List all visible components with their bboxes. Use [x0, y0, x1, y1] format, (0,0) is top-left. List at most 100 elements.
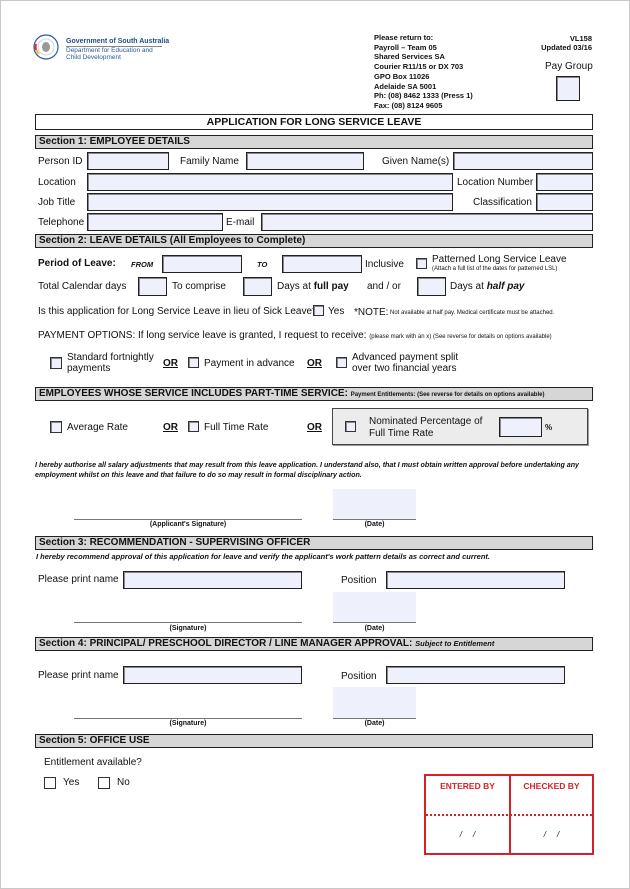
total-calendar-days-label: Total Calendar days	[38, 281, 127, 292]
full-pay-days-field[interactable]	[243, 277, 272, 297]
entitlement-no-checkbox[interactable]	[98, 777, 110, 789]
section-4-heading: Section 4: PRINCIPAL/ PRESCHOOL DIRECTOR…	[35, 637, 593, 651]
supervisor-signature-caption: (Signature)	[169, 625, 207, 632]
applicant-date-line	[333, 519, 416, 520]
family-name-field[interactable]	[246, 152, 364, 172]
supervisor-signature-line[interactable]	[74, 622, 302, 623]
total-days-field[interactable]	[138, 277, 167, 297]
inclusive-label: Inclusive	[365, 259, 404, 270]
given-names-input[interactable]	[454, 155, 592, 172]
note-text: Not available at half pay. Medical certi…	[390, 310, 555, 316]
advanced-split-label-2: over two financial years	[352, 363, 457, 374]
average-rate-checkbox[interactable]	[50, 421, 62, 433]
sick-leave-question: Is this application for Long Service Lea…	[38, 306, 318, 317]
days-at-half-pay-label: Days at half pay	[450, 281, 524, 293]
nominated-label-1: Nominated Percentage of	[369, 416, 483, 427]
and-or-label: and / or	[367, 281, 401, 292]
sa-government-crest-icon	[33, 34, 59, 60]
supervisor-print-name-label: Please print name	[38, 574, 119, 585]
location-number-label: Location Number	[457, 177, 534, 188]
note-label: *NOTE:	[354, 307, 389, 318]
location-number-field[interactable]	[536, 173, 593, 193]
half-pay-days-field[interactable]	[417, 277, 446, 297]
sick-leave-yes-label: Yes	[328, 306, 345, 317]
classification-field[interactable]	[536, 193, 593, 213]
location-input[interactable]	[88, 176, 452, 193]
pay-group-label: Pay Group	[545, 61, 593, 72]
part-time-heading: EMPLOYEES WHOSE SERVICE INCLUDES PART-TI…	[35, 387, 593, 401]
supervisor-name-input[interactable]	[124, 574, 301, 591]
location-number-input[interactable]	[537, 176, 592, 193]
nominated-percent-input[interactable]	[500, 419, 541, 438]
full-time-rate-checkbox[interactable]	[188, 421, 199, 432]
checked-by-label: CHECKED BY	[523, 781, 580, 791]
from-date-input[interactable]	[163, 258, 241, 275]
section-3-heading: Section 3: RECOMMENDATION - SUPERVISING …	[35, 536, 593, 550]
advanced-split-checkbox[interactable]	[336, 357, 347, 368]
nominated-label-2: Full Time Rate	[369, 428, 434, 439]
section-1-heading: Section 1: EMPLOYEE DETAILS	[35, 135, 593, 149]
nominated-percentage-checkbox[interactable]	[345, 421, 356, 432]
return-address-line: Adelaide SA 5001	[374, 81, 437, 91]
entitlement-yes-label: Yes	[63, 777, 80, 788]
days-at-text: Days at	[277, 281, 311, 292]
applicant-signature-line[interactable]	[74, 519, 302, 520]
telephone-input[interactable]	[88, 216, 222, 233]
return-address-line: GPO Box 11026	[374, 71, 430, 81]
standard-fortnightly-checkbox[interactable]	[50, 357, 62, 369]
from-date-field[interactable]	[162, 255, 242, 275]
telephone-field[interactable]	[87, 213, 223, 233]
payment-options-main: PAYMENT OPTIONS: If long service leave i…	[38, 330, 367, 341]
payment-in-advance-checkbox[interactable]	[188, 357, 199, 368]
return-address-line: Ph: (08) 8462 1333 (Press 1)	[374, 91, 473, 101]
section-2-heading: Section 2: LEAVE DETAILS (All Employees …	[35, 234, 593, 248]
person-id-field[interactable]	[87, 152, 169, 172]
or-label-3: OR	[163, 422, 178, 433]
patterned-lsl-label: Patterned Long Service Leave	[432, 254, 567, 265]
job-title-field[interactable]	[87, 193, 453, 213]
person-id-input[interactable]	[88, 155, 168, 172]
payment-options-note: (please mark with an x) (See reverse for…	[369, 334, 552, 340]
family-name-input[interactable]	[247, 155, 363, 172]
declaration-text: I hereby authorise all salary adjustment…	[35, 461, 579, 479]
nominated-percent-field[interactable]	[499, 417, 542, 438]
given-names-field[interactable]	[453, 152, 593, 172]
patterned-lsl-checkbox[interactable]	[416, 258, 427, 269]
sick-leave-yes-checkbox[interactable]	[313, 305, 324, 316]
return-address: Please return to: Payroll – Team 05 Shared…	[374, 33, 473, 111]
supervisor-position-input[interactable]	[387, 574, 564, 591]
to-date-field[interactable]	[282, 255, 362, 275]
office-stamp-box: ENTERED BY CHECKED BY / / / /	[424, 774, 594, 855]
manager-signature-line[interactable]	[74, 718, 302, 719]
manager-name-input[interactable]	[124, 669, 301, 686]
return-address-line: Fax: (08) 8124 9605	[374, 100, 443, 110]
total-days-input[interactable]	[139, 280, 166, 297]
manager-position-label: Position	[341, 671, 377, 682]
form-title: APPLICATION FOR LONG SERVICE LEAVE	[35, 114, 593, 130]
average-rate-label: Average Rate	[67, 422, 128, 433]
location-field[interactable]	[87, 173, 453, 193]
to-date-input[interactable]	[283, 258, 361, 275]
section-4-heading-note: Subject to Entitlement	[415, 639, 495, 648]
pay-group-field[interactable]	[556, 76, 580, 101]
manager-position-input[interactable]	[387, 669, 564, 686]
half-pay-days-input[interactable]	[418, 280, 445, 297]
manager-name-field[interactable]	[123, 666, 302, 686]
supervisor-position-field[interactable]	[386, 571, 565, 591]
manager-position-field[interactable]	[386, 666, 565, 686]
applicant-date-box[interactable]	[333, 489, 416, 519]
pay-group-input[interactable]	[557, 77, 579, 100]
patterned-lsl-note: (Attach a full list of the dates for pat…	[432, 266, 558, 272]
supervisor-name-field[interactable]	[123, 571, 302, 591]
full-pay-days-input[interactable]	[244, 280, 271, 297]
checked-by-date[interactable]: / /	[511, 829, 592, 841]
email-field[interactable]	[261, 213, 593, 233]
job-title-input[interactable]	[88, 196, 452, 213]
entitlement-yes-checkbox[interactable]	[44, 777, 56, 789]
supervisor-date-line	[333, 622, 416, 623]
email-input[interactable]	[262, 216, 592, 233]
manager-date-box[interactable]	[333, 687, 416, 718]
entered-by-date[interactable]: / /	[426, 829, 509, 841]
supervisor-date-box[interactable]	[333, 592, 416, 622]
classification-input[interactable]	[537, 196, 592, 213]
